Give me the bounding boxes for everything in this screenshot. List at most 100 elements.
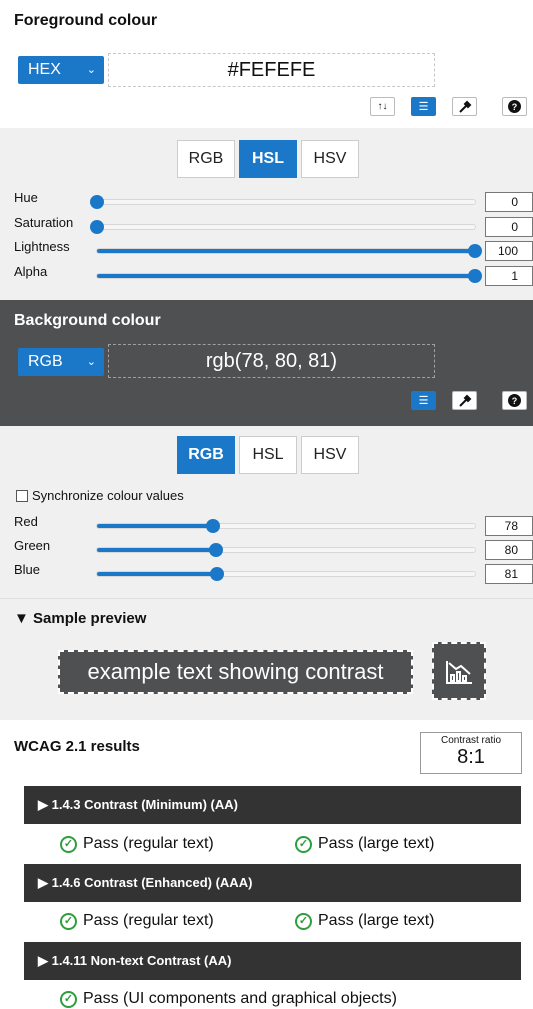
help-icon: ? [508, 100, 521, 113]
blue-slider-thumb[interactable] [210, 567, 225, 581]
lightness-slider-thumb[interactable] [468, 244, 482, 258]
background-sliders-toggle[interactable]: ☰ [411, 391, 436, 410]
saturation-slider[interactable] [90, 220, 476, 234]
hue-slider-row: Hue 0 [0, 190, 533, 212]
result-item: ✓ Pass (regular text) [60, 912, 214, 930]
help-icon: ? [508, 394, 521, 407]
sliders-icon: ☰ [418, 101, 429, 113]
saturation-input[interactable]: 0 [485, 217, 533, 237]
eyedropper-icon [458, 394, 471, 407]
result-item: ✓ Pass (UI components and graphical obje… [60, 990, 397, 1008]
foreground-sliders-panel: RGB HSL HSV Hue 0 Saturation 0 Lightness… [0, 128, 533, 300]
red-slider[interactable] [96, 519, 476, 533]
alpha-label: Alpha [14, 264, 48, 279]
lightness-slider[interactable] [96, 244, 482, 258]
blue-slider[interactable] [96, 567, 476, 581]
hue-input[interactable]: 0 [485, 192, 533, 212]
synchronize-option[interactable]: Synchronize colour values [16, 488, 184, 503]
result-text: Pass (regular text) [83, 835, 214, 852]
blue-slider-row: Blue 81 [0, 562, 533, 584]
criterion-1-4-11[interactable]: ▶ 1.4.11 Non-text Contrast (AA) [24, 942, 521, 980]
hue-slider-thumb[interactable] [90, 195, 104, 209]
result-item: ✓ Pass (large text) [295, 835, 434, 853]
check-circle-icon: ✓ [295, 912, 312, 930]
chevron-down-icon: ⌄ [86, 64, 96, 76]
background-title: Background colour [14, 312, 161, 329]
result-text: Pass (regular text) [83, 912, 214, 929]
foreground-sliders-toggle[interactable]: ☰ [411, 97, 436, 116]
result-text: Pass (large text) [318, 912, 435, 929]
result-item: ✓ Pass (regular text) [60, 835, 214, 853]
results-title: WCAG 2.1 results [14, 738, 140, 755]
tab-hsl[interactable]: HSL [239, 140, 297, 178]
synchronize-label: Synchronize colour values [32, 488, 184, 503]
swap-colours-button[interactable]: ↑↓ [370, 97, 395, 116]
alpha-slider[interactable] [96, 269, 482, 283]
background-section: Background colour RGB ⌄ rgb(78, 80, 81) … [0, 300, 533, 426]
sample-text: example text showing contrast [58, 650, 413, 694]
foreground-format-select[interactable]: HEX ⌄ [18, 56, 104, 84]
tab-hsl[interactable]: HSL [239, 436, 297, 474]
blue-input[interactable]: 81 [485, 564, 533, 584]
tab-rgb[interactable]: RGB [177, 140, 235, 178]
background-format-select[interactable]: RGB ⌄ [18, 348, 104, 376]
hue-label: Hue [14, 190, 38, 205]
red-input[interactable]: 78 [485, 516, 533, 536]
check-circle-icon: ✓ [60, 990, 77, 1008]
eyedropper-icon [458, 100, 471, 113]
chevron-down-icon: ⌄ [86, 356, 96, 368]
background-value-input[interactable]: rgb(78, 80, 81) [108, 344, 435, 378]
background-help-button[interactable]: ? [502, 391, 527, 410]
lightness-slider-row: Lightness 100 [0, 239, 533, 261]
foreground-eyedropper-button[interactable] [452, 97, 477, 116]
alpha-slider-row: Alpha 1 [0, 264, 533, 286]
result-item: ✓ Pass (large text) [295, 912, 434, 930]
tab-hsv[interactable]: HSV [301, 436, 359, 474]
lightness-input[interactable]: 100 [485, 241, 533, 261]
red-slider-row: Red 78 [0, 514, 533, 536]
green-slider[interactable] [96, 543, 476, 557]
alpha-input[interactable]: 1 [485, 266, 533, 286]
sliders-icon: ☰ [418, 395, 429, 407]
result-text: Pass (UI components and graphical object… [83, 990, 397, 1007]
saturation-slider-thumb[interactable] [90, 220, 104, 234]
green-slider-row: Green 80 [0, 538, 533, 560]
sample-preview-section: ▼ Sample preview example text showing co… [0, 598, 533, 720]
background-eyedropper-button[interactable] [452, 391, 477, 410]
foreground-mode-tabs: RGB HSL HSV [177, 140, 359, 178]
saturation-slider-row: Saturation 0 [0, 215, 533, 237]
green-input[interactable]: 80 [485, 540, 533, 560]
foreground-format-value: HEX [28, 61, 61, 78]
blue-label: Blue [14, 562, 41, 577]
chart-icon [446, 661, 472, 684]
red-slider-thumb[interactable] [205, 519, 220, 533]
hue-slider[interactable] [90, 195, 476, 209]
background-sliders-panel: RGB HSL HSV Synchronize colour values Re… [0, 426, 533, 598]
wcag-results-section: WCAG 2.1 results Contrast ratio 8:1 ▶ 1.… [0, 720, 533, 1009]
synchronize-checkbox[interactable] [16, 489, 28, 502]
green-slider-thumb[interactable] [208, 543, 223, 557]
criterion-1-4-6[interactable]: ▶ 1.4.6 Contrast (Enhanced) (AAA) [24, 864, 521, 902]
contrast-ratio-value: 8:1 [457, 746, 485, 768]
background-format-value: RGB [28, 353, 63, 370]
sample-chart-icon [432, 642, 486, 700]
foreground-title: Foreground colour [14, 12, 158, 29]
contrast-ratio-label: Contrast ratio [440, 735, 502, 746]
check-circle-icon: ✓ [60, 835, 77, 853]
red-label: Red [14, 514, 38, 529]
alpha-slider-thumb[interactable] [468, 269, 482, 283]
foreground-help-button[interactable]: ? [502, 97, 527, 116]
swap-icon: ↑↓ [377, 101, 388, 112]
contrast-ratio-box: Contrast ratio 8:1 [420, 732, 522, 774]
check-circle-icon: ✓ [295, 835, 312, 853]
foreground-value-input[interactable]: #FEFEFE [108, 53, 435, 87]
saturation-label: Saturation [14, 215, 74, 230]
green-label: Green [14, 538, 51, 553]
tab-rgb[interactable]: RGB [177, 436, 235, 474]
criterion-1-4-3[interactable]: ▶ 1.4.3 Contrast (Minimum) (AA) [24, 786, 521, 824]
result-text: Pass (large text) [318, 835, 435, 852]
lightness-label: Lightness [14, 239, 70, 254]
foreground-section: Foreground colour HEX ⌄ #FEFEFE ↑↓ ☰ ? [0, 0, 533, 128]
tab-hsv[interactable]: HSV [301, 140, 359, 178]
sample-preview-toggle[interactable]: ▼ Sample preview [14, 610, 146, 627]
